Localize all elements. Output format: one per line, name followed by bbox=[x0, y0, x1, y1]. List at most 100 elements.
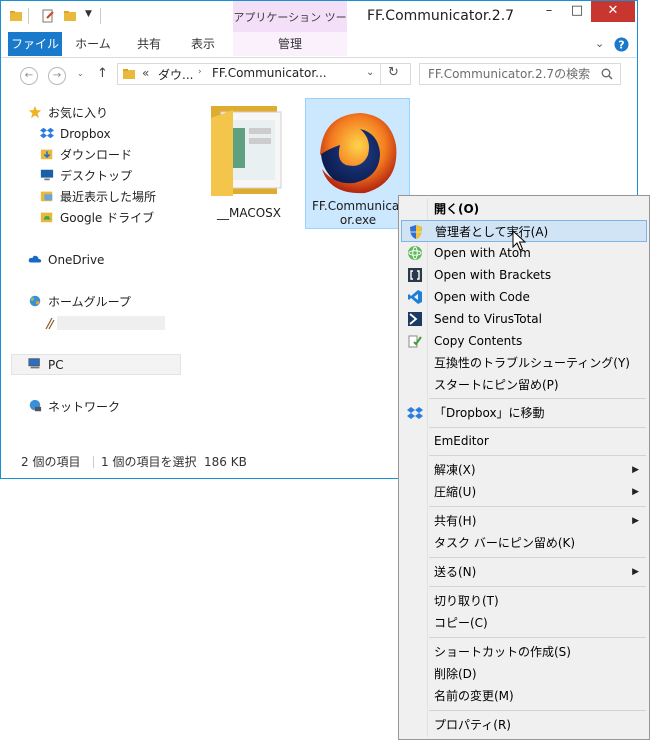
cloud-icon bbox=[28, 255, 42, 263]
user-avatar-icon[interactable] bbox=[43, 316, 57, 330]
menu-item-virustotal[interactable]: Send to VirusTotal bbox=[401, 308, 647, 330]
maximize-button[interactable]: □ bbox=[563, 1, 591, 22]
menu-item-pin-start[interactable]: スタートにピン留め(P) bbox=[401, 374, 647, 396]
file-name-line1: FF.Communicat bbox=[312, 199, 404, 213]
nav-google-drive[interactable]: Google ドライブ bbox=[39, 208, 154, 228]
svg-text:?: ? bbox=[618, 39, 624, 52]
firefox-icon bbox=[320, 113, 397, 194]
menu-separator bbox=[429, 427, 646, 428]
nav-homegroup[interactable]: ホームグループ bbox=[27, 292, 131, 312]
title-bar: ▼ アプリケーション ツール FF.Communicator.2.7 – □ ✕ bbox=[1, 1, 637, 58]
nav-dropbox[interactable]: Dropbox bbox=[39, 124, 111, 144]
breadcrumb-downloads[interactable]: ダウ... bbox=[158, 66, 193, 83]
menu-item-share[interactable]: 共有(H) ▶ bbox=[401, 510, 647, 532]
menu-item-rename[interactable]: 名前の変更(M) bbox=[401, 685, 647, 707]
search-icon[interactable] bbox=[601, 68, 613, 80]
menu-label: Open with Brackets bbox=[434, 268, 552, 282]
refresh-icon[interactable]: ↻ bbox=[388, 65, 399, 80]
window-title: FF.Communicator.2.7 bbox=[367, 8, 515, 24]
address-bar[interactable]: « ダウ... › FF.Communicator... ⌄ ↻ bbox=[117, 63, 411, 85]
minimize-button[interactable]: – bbox=[535, 1, 563, 22]
breadcrumb-separator-icon[interactable]: › bbox=[198, 67, 202, 77]
nav-pc[interactable]: PC bbox=[27, 355, 64, 375]
tab-share[interactable]: 共有 bbox=[126, 32, 172, 56]
file-item-ff-communicator[interactable]: FF.Communicat or.exe bbox=[305, 98, 410, 229]
menu-item-move-dropbox[interactable]: 「Dropbox」に移動 bbox=[401, 402, 647, 424]
menu-item-open[interactable]: 開く(O) bbox=[401, 198, 647, 220]
menu-item-pin-taskbar[interactable]: タスク バーにピン留め(K) bbox=[401, 532, 647, 554]
menu-item-copy[interactable]: コピー(C) bbox=[401, 612, 647, 634]
menu-item-delete[interactable]: 削除(D) bbox=[401, 663, 647, 685]
tab-home[interactable]: ホーム bbox=[68, 32, 118, 56]
menu-item-compatibility[interactable]: 互換性のトラブルシューティング(Y) bbox=[401, 352, 647, 374]
back-button[interactable]: ← bbox=[20, 67, 38, 85]
qat-dropdown-icon[interactable]: ▼ bbox=[85, 9, 92, 19]
close-button[interactable]: ✕ bbox=[591, 1, 635, 22]
file-name: __MACOSX bbox=[216, 206, 281, 220]
nav-label: お気に入り bbox=[48, 106, 109, 120]
status-item-count: 2 個の項目 bbox=[21, 455, 81, 469]
uac-shield-icon bbox=[410, 225, 422, 239]
status-size: 186 KB bbox=[204, 455, 247, 469]
nav-network[interactable]: ネットワーク bbox=[27, 397, 120, 417]
submenu-arrow-icon: ▶ bbox=[632, 487, 639, 497]
nav-recent[interactable]: 最近表示した場所 bbox=[39, 187, 156, 207]
menu-label: Send to VirusTotal bbox=[434, 312, 542, 326]
properties-icon[interactable] bbox=[41, 9, 55, 23]
menu-item-extract[interactable]: 解凍(X) ▶ bbox=[401, 459, 647, 481]
menu-label: コピー(C) bbox=[434, 616, 488, 630]
nav-onedrive[interactable]: OneDrive bbox=[27, 250, 104, 270]
dropbox-icon bbox=[40, 127, 54, 139]
menu-item-copy-contents[interactable]: Copy Contents bbox=[401, 330, 647, 352]
nav-label: ホームグループ bbox=[48, 295, 131, 309]
menu-label: 切り取り(T) bbox=[434, 594, 499, 608]
ribbon-tabs: ファイル ホーム 共有 表示 管理 ⌄ ? bbox=[1, 32, 637, 58]
nav-label: PC bbox=[48, 358, 64, 372]
menu-label: 管理者として実行(A) bbox=[435, 225, 549, 239]
menu-item-open-brackets[interactable]: Open with Brackets bbox=[401, 264, 647, 286]
tab-manage[interactable]: 管理 bbox=[233, 32, 347, 56]
submenu-arrow-icon: ▶ bbox=[632, 567, 639, 577]
tab-file[interactable]: ファイル bbox=[8, 32, 62, 56]
tab-view[interactable]: 表示 bbox=[180, 32, 226, 56]
status-selected: 1 個の項目を選択 bbox=[101, 455, 197, 469]
breadcrumb-overflow[interactable]: « bbox=[142, 66, 149, 80]
menu-item-compress[interactable]: 圧縮(U) ▶ bbox=[401, 481, 647, 503]
navigation-pane: お気に入り Dropbox ダウンロード デスクトップ 最近表示した場所 Goo… bbox=[1, 92, 183, 449]
atom-icon bbox=[408, 246, 422, 260]
nav-label: ダウンロード bbox=[60, 148, 133, 162]
menu-item-properties[interactable]: プロパティ(R) bbox=[401, 714, 647, 736]
address-dropdown-icon[interactable]: ⌄ bbox=[366, 67, 374, 78]
help-icon[interactable]: ? bbox=[614, 37, 629, 52]
folder-icon bbox=[10, 11, 22, 21]
file-item-macosx[interactable]: __MACOSX bbox=[199, 98, 299, 226]
up-button[interactable]: ↑ bbox=[97, 66, 108, 81]
recent-locations-icon[interactable]: ⌄ bbox=[77, 69, 84, 78]
downloads-folder-icon bbox=[40, 149, 53, 160]
menu-separator bbox=[429, 586, 646, 587]
breadcrumb-current[interactable]: FF.Communicator... bbox=[212, 66, 327, 80]
copy-contents-icon bbox=[408, 335, 422, 348]
forward-button[interactable]: → bbox=[48, 67, 66, 85]
qat-divider bbox=[28, 8, 29, 24]
desktop-icon bbox=[40, 169, 54, 181]
search-input[interactable]: FF.Communicator.2.7の検索 bbox=[419, 63, 621, 85]
vscode-icon bbox=[408, 290, 422, 304]
menu-label: Open with Code bbox=[434, 290, 530, 304]
menu-label: 送る(N) bbox=[434, 565, 477, 579]
ribbon-expand-icon[interactable]: ⌄ bbox=[595, 37, 604, 50]
address-row: ← → ⌄ ↑ « ダウ... › FF.Communicator... ⌄ ↻… bbox=[1, 58, 637, 92]
new-folder-icon[interactable] bbox=[63, 9, 77, 23]
folder-icon bbox=[211, 106, 282, 196]
nav-desktop[interactable]: デスクトップ bbox=[39, 166, 132, 186]
nav-favorites[interactable]: お気に入り bbox=[27, 103, 108, 123]
menu-item-emeditor[interactable]: EmEditor bbox=[401, 430, 647, 452]
menu-item-open-code[interactable]: Open with Code bbox=[401, 286, 647, 308]
nav-label: Google ドライブ bbox=[60, 211, 155, 225]
nav-downloads[interactable]: ダウンロード bbox=[39, 145, 132, 165]
menu-label: 圧縮(U) bbox=[434, 485, 477, 499]
menu-item-cut[interactable]: 切り取り(T) bbox=[401, 590, 647, 612]
nav-label: デスクトップ bbox=[60, 169, 133, 183]
menu-item-send-to[interactable]: 送る(N) ▶ bbox=[401, 561, 647, 583]
menu-item-create-shortcut[interactable]: ショートカットの作成(S) bbox=[401, 641, 647, 663]
